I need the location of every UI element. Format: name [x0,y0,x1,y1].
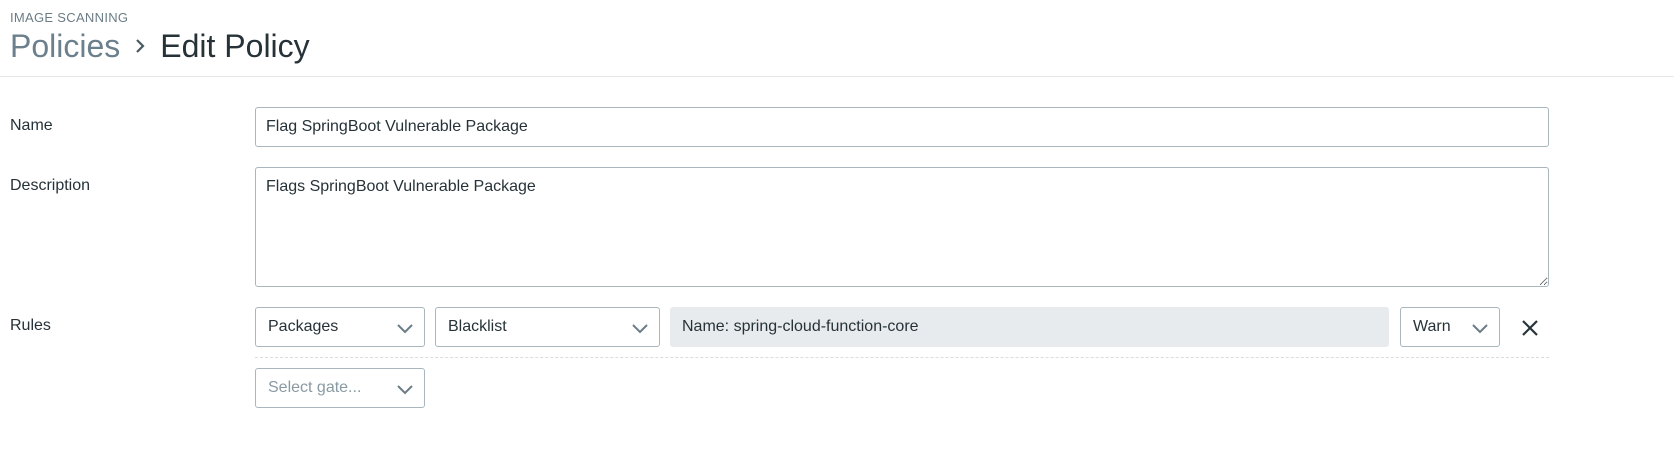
page-title: Edit Policy [160,28,310,64]
gate-select-value: Packages [268,318,339,335]
rule-parameters-value: Name: spring-cloud-function-core [682,318,919,335]
chevron-down-icon [397,385,413,395]
trigger-select-value: Blacklist [448,318,507,335]
select-gate-placeholder: Select gate... [268,379,362,396]
gate-select[interactable]: Packages [255,307,425,347]
page-header: IMAGE SCANNING Policies Edit Policy [0,0,1674,77]
description-field[interactable]: Flags SpringBoot Vulnerable Package [255,167,1549,287]
description-label: Description [10,177,91,194]
breadcrumb-policies-link[interactable]: Policies [10,26,120,66]
chevron-right-icon [120,38,160,54]
name-field[interactable] [255,107,1549,147]
breadcrumb: Policies Edit Policy [10,26,310,66]
action-select-value: Warn [1413,318,1451,335]
section-label: IMAGE SCANNING [10,10,129,25]
rules-label: Rules [10,317,51,334]
close-icon [1522,320,1538,336]
chevron-down-icon [397,324,413,334]
chevron-down-icon [1472,324,1488,334]
rule-parameters[interactable]: Name: spring-cloud-function-core [670,307,1389,347]
select-gate-dropdown[interactable]: Select gate... [255,368,425,408]
chevron-down-icon [632,324,648,334]
action-select[interactable]: Warn [1400,307,1500,347]
remove-rule-button[interactable] [1518,316,1542,340]
trigger-select[interactable]: Blacklist [435,307,660,347]
rule-divider [255,357,1549,358]
name-label: Name [10,117,53,134]
